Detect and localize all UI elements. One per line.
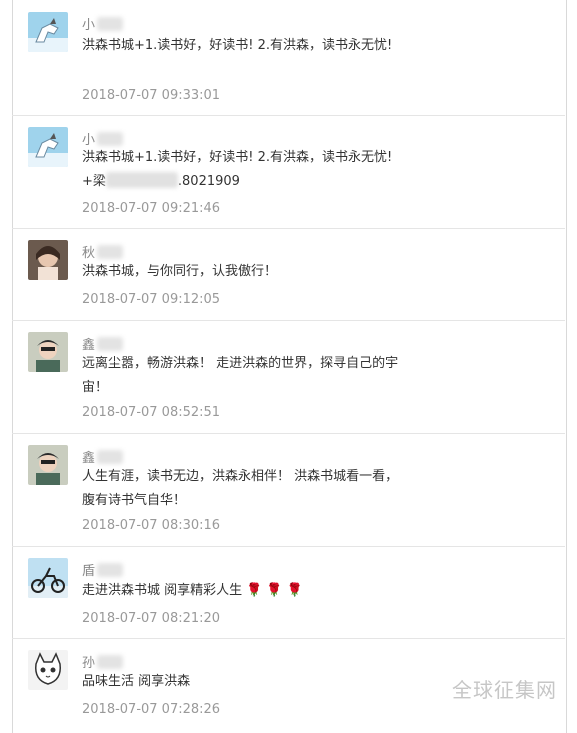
comment-text: 远离尘嚣，畅游洪森！ 走进洪森的世界，探寻自己的宇宙！ [82, 356, 399, 395]
comment-text: 人生有涯，读书无边，洪森永相伴！ 洪森书城看一看，腹有诗书气自华！ [82, 469, 399, 508]
comment-text: 走进洪森书城 阅享精彩人生 🌹 🌹 🌹 [82, 579, 402, 603]
comment-text: 洪森书城+1.读书好，好读书! 2.有洪森，读书永无忧! [82, 38, 393, 53]
name-blur [97, 450, 124, 464]
watermark-logo: 全球征集网 [452, 678, 557, 702]
avatar[interactable] [28, 558, 68, 598]
comment-text-end: .8021909 [177, 174, 240, 189]
rose-icon: 🌹 [266, 583, 283, 598]
name-blur [97, 337, 124, 351]
name-blur [97, 17, 124, 31]
rose-icon: 🌹 [246, 583, 263, 598]
name-blur [97, 245, 124, 259]
avatar[interactable] [28, 240, 68, 280]
avatar[interactable] [28, 127, 68, 167]
comment-time: 2018-07-07 08:30:16 [82, 518, 221, 533]
comment-time: 2018-07-07 09:33:01 [82, 88, 221, 103]
comment-item: 小 洪森书城+1.读书好，好读书! 2.有洪森，读书永无忧! 2018-07-0… [12, 0, 565, 116]
commenter-name[interactable]: 小 [82, 17, 95, 35]
name-blur [97, 132, 124, 146]
comment-item: 鑫 远离尘嚣，畅游洪森！ 走进洪森的世界，探寻自己的宇宙！ 2018-07-07… [12, 320, 565, 434]
avatar[interactable] [28, 445, 68, 485]
comment-item: 鑫 人生有涯，读书无边，洪森永相伴！ 洪森书城看一看，腹有诗书气自华！ 2018… [12, 433, 565, 547]
phone-blur [105, 172, 178, 188]
avatar[interactable] [28, 12, 68, 52]
comment-text: 洪森书城，与你同行，认我傲行！ [82, 264, 278, 279]
comment-time: 2018-07-07 07:28:26 [82, 702, 221, 717]
avatar[interactable] [28, 332, 68, 372]
comment-time: 2018-07-07 09:21:46 [82, 201, 221, 216]
comment-time: 2018-07-07 09:12:05 [82, 292, 221, 307]
comment-text-body: 走进洪森书城 阅享精彩人生 [82, 583, 243, 598]
comment-item: 秋 洪森书城，与你同行，认我傲行！ 2018-07-07 09:12:05 [12, 228, 565, 321]
name-blur [97, 655, 124, 669]
comment-item: 小 洪森书城+1.读书好，好读书! 2.有洪森，读书永无忧!+梁 .8021909… [12, 115, 565, 229]
comment-item: 盾 走进洪森书城 阅享精彩人生 🌹 🌹 🌹 2018-07-07 08:21:20 [12, 546, 565, 639]
comment-text: 品味生活 阅享洪森 [82, 674, 191, 689]
name-blur [97, 563, 124, 577]
rose-icon: 🌹 [286, 583, 303, 598]
comment-text: 洪森书城+1.读书好，好读书! 2.有洪森，读书永无忧!+梁 .8021909 [82, 146, 402, 194]
comment-time: 2018-07-07 08:21:20 [82, 611, 221, 626]
avatar[interactable] [28, 650, 68, 690]
comment-time: 2018-07-07 08:52:51 [82, 405, 221, 420]
